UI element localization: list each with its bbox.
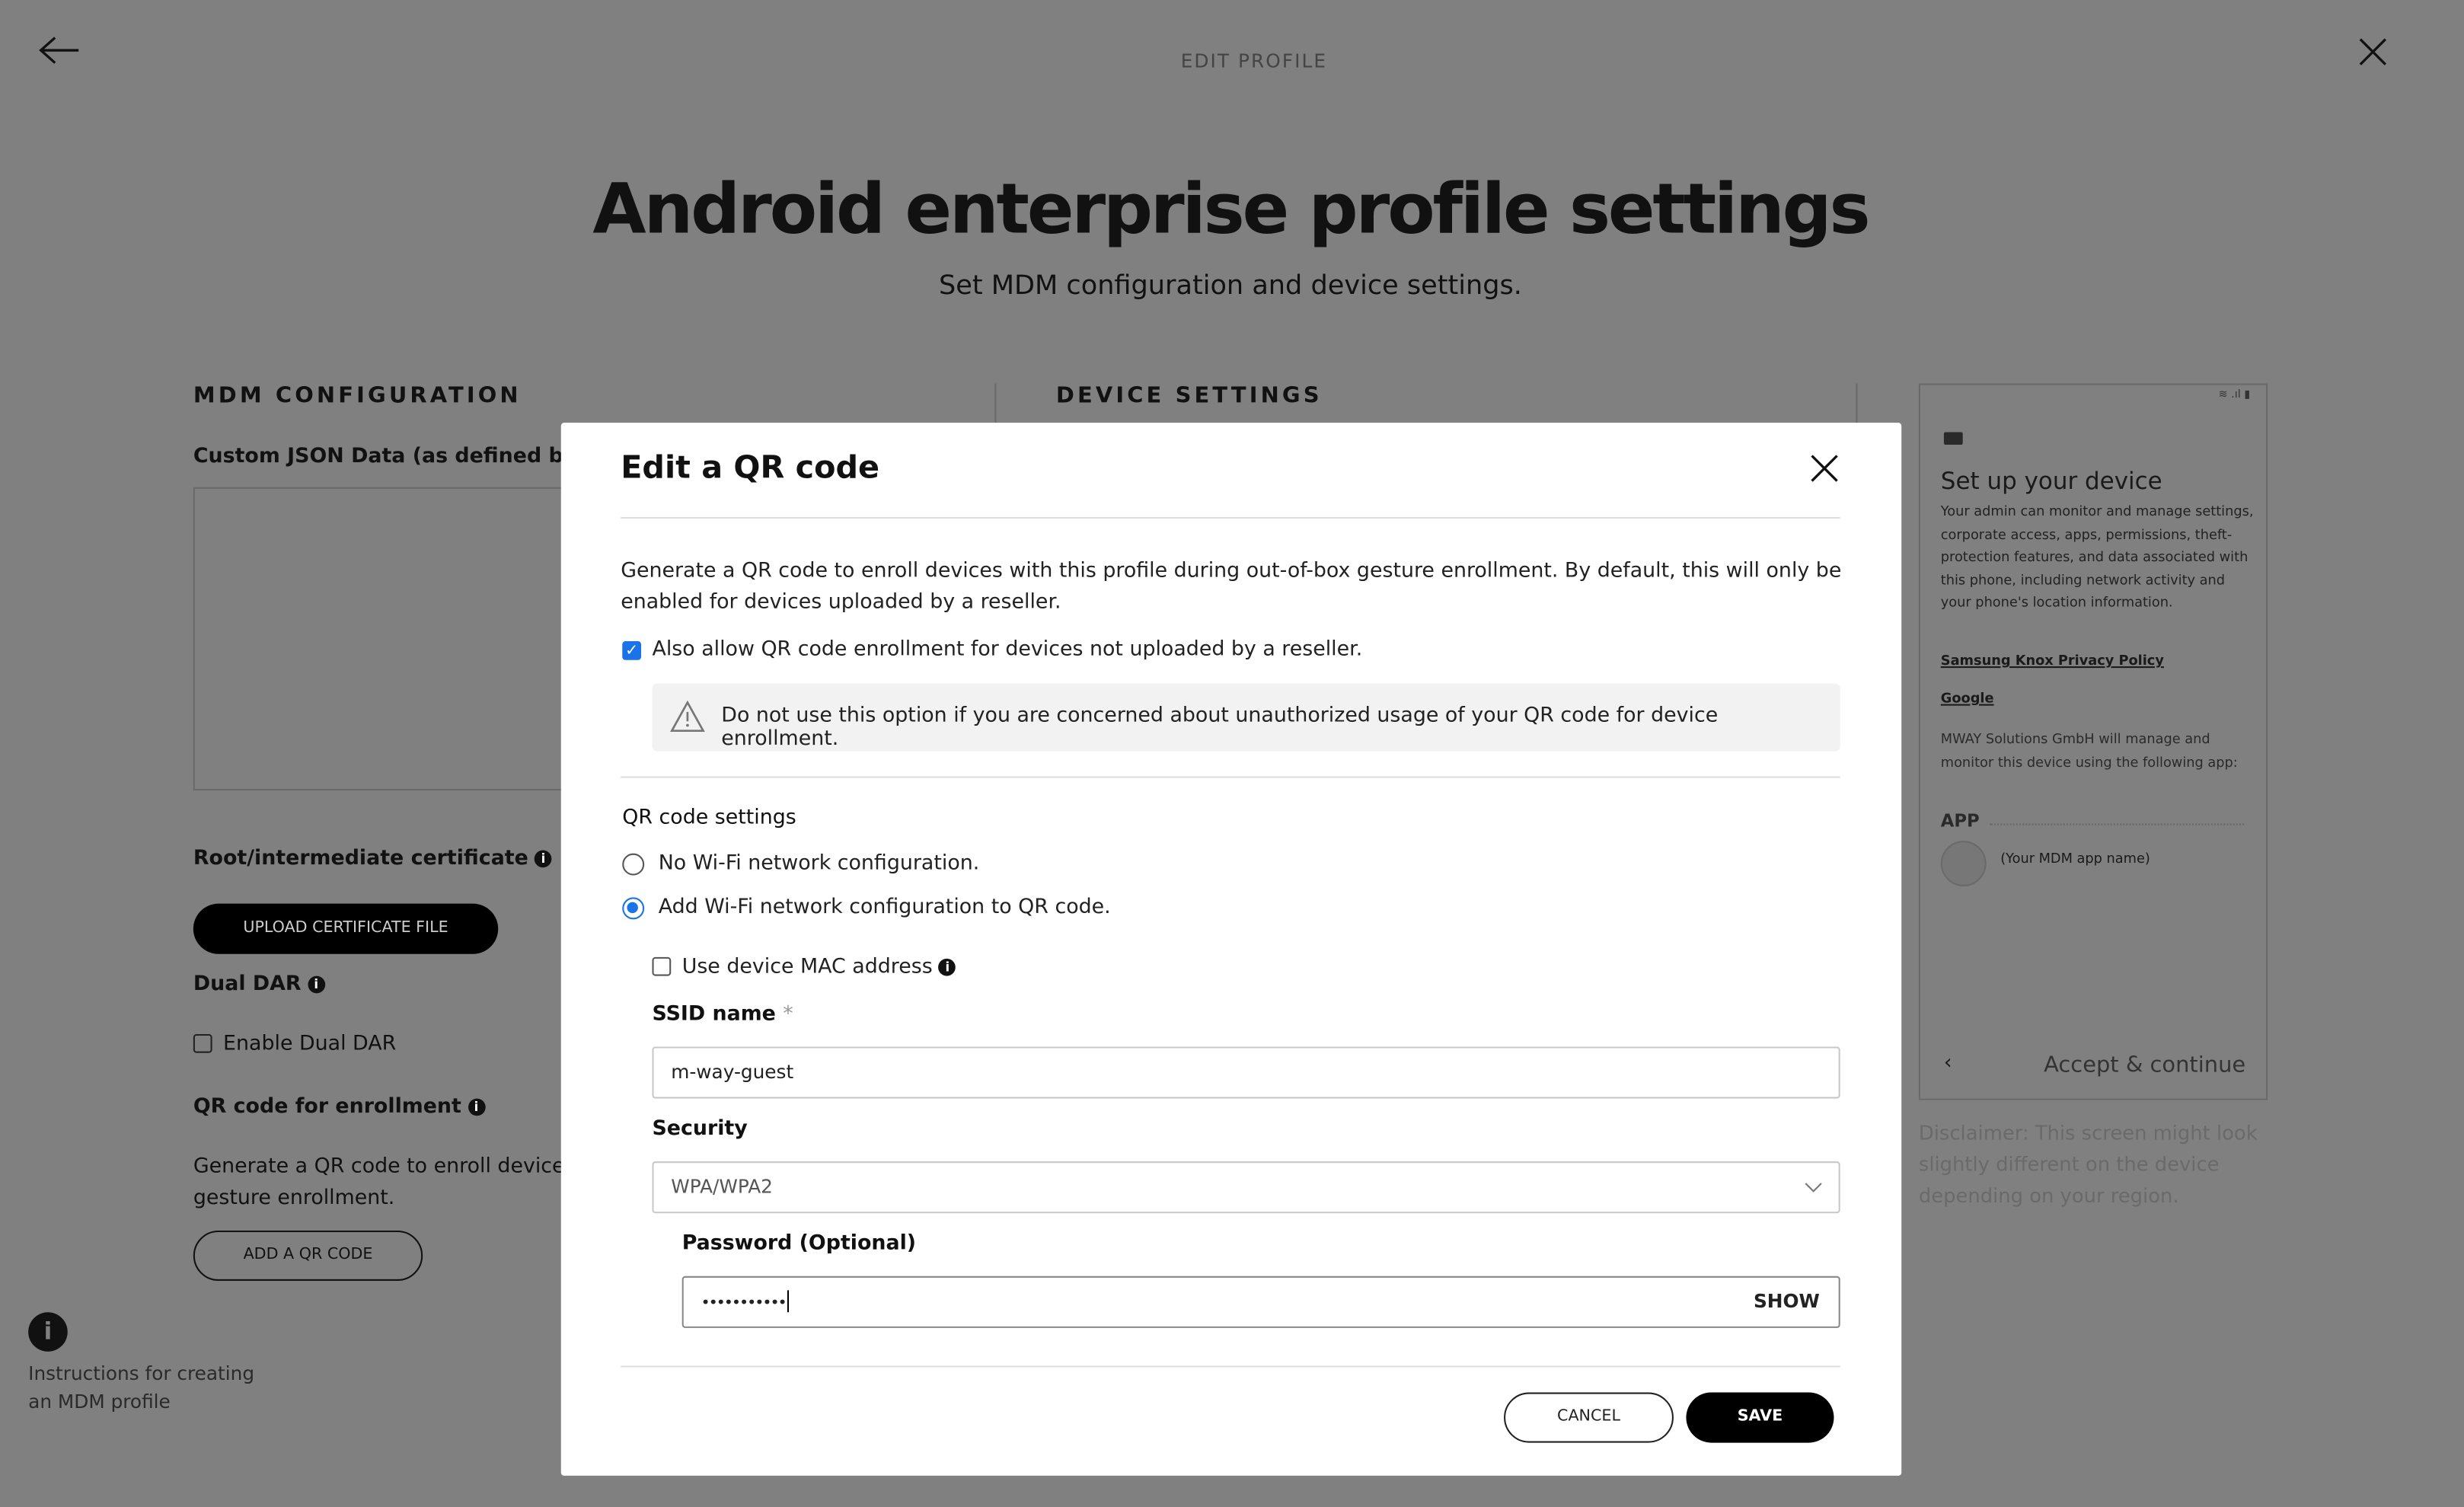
accept-continue: Accept & continue	[2044, 1052, 2246, 1078]
upload-certificate-button[interactable]: UPLOAD CERTIFICATE FILE	[193, 903, 499, 954]
enable-dual-dar-checkbox[interactable]	[193, 1033, 212, 1053]
save-button[interactable]: SAVE	[1686, 1392, 1834, 1443]
info-icon[interactable]: i	[535, 850, 552, 868]
status-bar-icons: ≋ .ıl ▮	[2218, 388, 2251, 401]
divider	[1856, 383, 1858, 425]
info-icon[interactable]: i	[938, 958, 956, 976]
cancel-button[interactable]: CANCEL	[1504, 1392, 1674, 1443]
password-input[interactable]: ••••••••••• SHOW	[681, 1276, 1840, 1328]
allow-unuploaded-label: Also allow QR code enrollment for device…	[652, 637, 1363, 662]
security-value: WPA/WPA2	[671, 1175, 773, 1198]
divider	[1989, 823, 2245, 825]
instructions-link[interactable]: Instructions for creating an MDM profile	[28, 1359, 254, 1416]
modal-title: Edit a QR code	[621, 448, 880, 486]
device-settings-title: DEVICE SETTINGS	[1055, 383, 1323, 409]
info-icon[interactable]: i	[307, 975, 325, 994]
info-icon[interactable]: i	[468, 1098, 485, 1116]
manage-text: MWAY Solutions GmbH will manage and moni…	[1940, 732, 2238, 771]
security-select[interactable]: WPA/WPA2	[652, 1161, 1840, 1214]
divider	[994, 383, 997, 425]
warning-text: Do not use this option if you are concer…	[721, 704, 1719, 752]
app-image-icon	[1940, 841, 1987, 886]
warning-icon	[669, 700, 705, 733]
app-heading: APP	[1940, 810, 1980, 832]
mac-address-label: Use device MAC address i	[682, 956, 956, 979]
page-title: Android enterprise profile settings	[592, 169, 1870, 251]
google-link[interactable]: Google	[1941, 691, 1994, 707]
mac-address-checkbox[interactable]	[652, 956, 672, 976]
qr-settings-label: QR code settings	[622, 806, 796, 830]
ssid-input[interactable]: m-way-guest	[652, 1046, 1840, 1099]
ssid-label: SSID name *	[652, 1002, 793, 1026]
security-label: Security	[652, 1117, 748, 1141]
enable-dual-dar-label: Enable Dual DAR	[223, 1032, 397, 1056]
qr-desc-line2: gesture enrollment.	[193, 1186, 395, 1211]
info-icon[interactable]: i	[28, 1312, 68, 1352]
password-label: Password (Optional)	[681, 1232, 917, 1256]
dual-dar-label: Dual DAR i	[193, 972, 325, 996]
phone-title: Set up your device	[1940, 466, 2162, 496]
phone-preview: ≋ .ıl ▮ Set up your device Your admin ca…	[1918, 383, 2268, 1100]
page-subtitle: Set MDM configuration and device setting…	[938, 270, 1522, 302]
divider	[621, 776, 1840, 778]
modal-description: Generate a QR code to enroll devices wit…	[621, 559, 1842, 615]
back-chevron-icon: ‹	[1943, 1051, 1952, 1075]
password-value: •••••••••••	[701, 1295, 787, 1313]
divider	[621, 516, 1840, 519]
add-wifi-label: Add Wi-Fi network configuration to QR co…	[658, 896, 1111, 920]
add-qr-code-button[interactable]: ADD A QR CODE	[193, 1230, 423, 1281]
edit-qr-code-modal: Edit a QR code Generate a QR code to enr…	[560, 423, 1902, 1476]
disclaimer: Disclaimer: This screen might look sligh…	[1918, 1120, 2258, 1207]
allow-unuploaded-checkbox[interactable]: ✓	[622, 641, 642, 660]
header-title: EDIT PROFILE	[1180, 50, 1328, 72]
mdm-section-title: MDM CONFIGURATION	[193, 383, 522, 409]
custom-json-textarea[interactable]	[193, 487, 571, 791]
warning-box: Do not use this option if you are concer…	[652, 683, 1840, 752]
add-wifi-radio[interactable]	[622, 897, 645, 920]
no-wifi-label: No Wi-Fi network configuration.	[658, 851, 980, 876]
knox-privacy-link[interactable]: Samsung Knox Privacy Policy	[1941, 654, 2164, 670]
root-cert-label: Root/intermediate certificate i	[193, 847, 552, 870]
qr-enrollment-label: QR code for enrollment i	[193, 1095, 485, 1119]
app-name: (Your MDM app name)	[2000, 851, 2150, 868]
divider	[621, 1365, 1840, 1368]
phone-body: Your admin can monitor and manage settin…	[1940, 504, 2254, 611]
chevron-down-icon	[1805, 1183, 1822, 1193]
close-icon[interactable]	[2357, 36, 2389, 67]
close-icon[interactable]	[1808, 452, 1840, 484]
no-wifi-radio[interactable]	[622, 853, 645, 876]
briefcase-icon	[1943, 432, 1963, 445]
show-password-button[interactable]: SHOW	[1754, 1278, 1820, 1327]
qr-desc-line1: Generate a QR code to enroll devices wi	[193, 1154, 605, 1179]
